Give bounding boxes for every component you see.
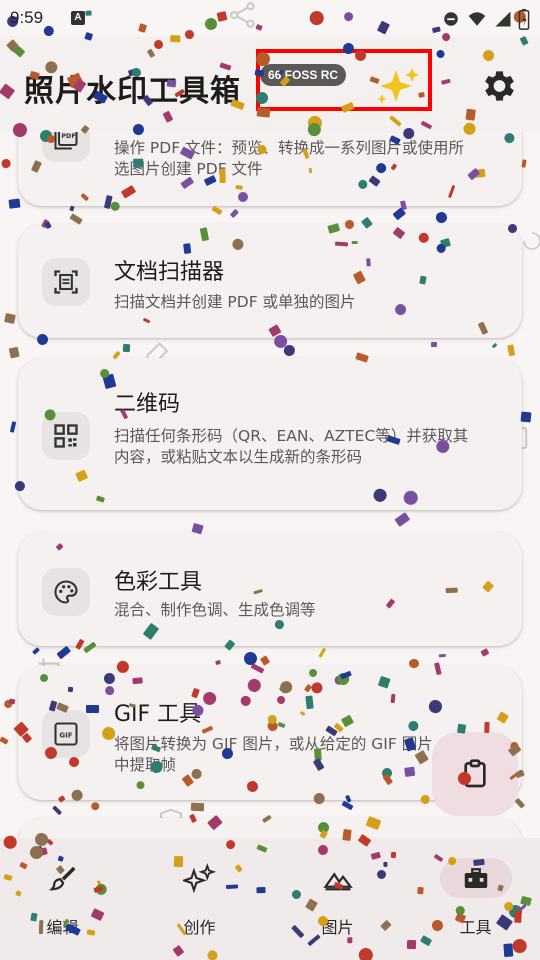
confetti-piece xyxy=(191,802,205,812)
confetti-piece xyxy=(32,647,41,655)
nav-label: 创作 xyxy=(183,918,216,937)
confetti-piece xyxy=(438,654,446,658)
status-time: 9:59 xyxy=(10,8,44,27)
status-bar: 9:59 A xyxy=(0,0,540,36)
confetti-piece xyxy=(8,198,21,209)
card-title: 二维码 xyxy=(114,392,181,417)
confetti-piece xyxy=(51,804,63,815)
confetti-piece xyxy=(318,647,327,658)
paste-fab[interactable] xyxy=(432,732,518,816)
confetti-piece xyxy=(0,736,9,745)
confetti-piece xyxy=(507,344,516,356)
rotate-icon xyxy=(523,232,540,250)
confetti-piece xyxy=(3,699,13,709)
screen: jxl GIF 9:59 A 照片水印工具箱 66 FOSS RC P xyxy=(0,0,540,960)
card-title: 文档扫描器 xyxy=(114,260,225,285)
tool-card-qr-code[interactable]: 二维码 扫描任何条形码（QR、EAN、AZTEC等）并获取其内容，或粘贴文本以生… xyxy=(18,358,522,510)
confetti-piece xyxy=(394,511,411,527)
nav-pill xyxy=(302,858,374,898)
confetti-piece xyxy=(4,313,16,324)
tool-card-document-scanner[interactable]: 文档扫描器 扫描文档并创建 PDF 或单独的图片 xyxy=(18,224,522,338)
tool-card-color-tools[interactable]: 色彩工具 混合、制作色调、生成色调等 xyxy=(18,532,522,646)
nav-pill xyxy=(27,858,99,898)
wifi-icon xyxy=(468,12,486,26)
brush-icon xyxy=(49,866,76,891)
card-icon-tile xyxy=(42,412,90,460)
nav-item-edit[interactable]: 编辑 xyxy=(0,838,130,960)
card-description: 将图片转换为 GIF 图片，或从给定的 GIF 图片中提取帧 xyxy=(114,735,433,774)
sparkles-outline-icon xyxy=(183,863,217,893)
card-icon-tile xyxy=(42,568,90,616)
gif-icon: GIF xyxy=(54,722,78,746)
confetti-piece xyxy=(259,655,270,666)
nav-item-tools[interactable]: 工具 xyxy=(408,838,540,960)
sparkles-icon[interactable] xyxy=(374,66,420,108)
confetti-piece xyxy=(229,208,240,219)
battery-icon xyxy=(518,8,530,30)
clipboard-icon xyxy=(464,759,486,788)
bottom-navigation: 编辑 创作 图片 工具 xyxy=(0,838,540,960)
card-description: 扫描文档并创建 PDF 或单独的图片 xyxy=(114,293,356,311)
confetti-piece xyxy=(284,344,296,357)
confetti-piece xyxy=(341,801,354,811)
notification-app-icon: A xyxy=(71,11,85,25)
card-description: 混合、制作色调、生成色调等 xyxy=(114,601,316,619)
landscape-icon xyxy=(323,872,353,891)
confetti-piece xyxy=(215,660,222,666)
confetti-piece xyxy=(392,207,406,221)
confetti-piece xyxy=(69,212,83,225)
page-title: 照片水印工具箱 xyxy=(24,74,241,109)
card-description: 操作 PDF 文件：预览、转换成一系列图片或使用所选图片创建 PDF 文件 xyxy=(114,139,465,178)
palette-icon xyxy=(54,580,78,604)
signal-icon xyxy=(495,11,511,27)
card-description: 扫描任何条形码（QR、EAN、AZTEC等）并获取其内容，或粘贴文本以生成新的条… xyxy=(114,427,469,466)
dnd-icon xyxy=(444,12,458,26)
confetti-piece xyxy=(521,159,527,169)
confetti-piece xyxy=(1,157,12,169)
nav-pill xyxy=(164,858,236,898)
document-scanner-icon xyxy=(54,270,78,294)
qr-code-icon xyxy=(54,424,78,448)
toolbox-icon xyxy=(464,868,488,888)
status-icons xyxy=(442,8,530,30)
confetti-piece xyxy=(122,343,130,352)
nav-item-images[interactable]: 图片 xyxy=(270,838,405,960)
confetti-piece xyxy=(10,420,17,433)
gear-icon[interactable] xyxy=(478,66,518,106)
confetti-piece xyxy=(8,698,17,705)
confetti-piece xyxy=(69,205,75,212)
card-icon-tile: GIF xyxy=(42,710,90,758)
svg-text:GIF: GIF xyxy=(59,732,72,740)
confetti-piece xyxy=(90,801,99,811)
card-title: GIF 工具 xyxy=(114,702,202,727)
nav-label: 图片 xyxy=(321,918,354,937)
card-title: 色彩工具 xyxy=(114,570,203,595)
nav-pill-active xyxy=(440,858,512,898)
top-app-bar: 照片水印工具箱 66 FOSS RC xyxy=(0,36,540,132)
nav-label: 工具 xyxy=(459,918,492,937)
confetti-piece xyxy=(430,342,437,348)
svg-text:PDF: PDF xyxy=(61,132,75,140)
confetti-piece xyxy=(211,205,223,215)
card-icon-tile xyxy=(42,258,90,306)
nav-item-create[interactable]: 创作 xyxy=(132,838,267,960)
confetti-piece xyxy=(241,649,260,668)
confetti-piece xyxy=(491,342,498,349)
nav-label: 编辑 xyxy=(46,918,79,937)
confetti-piece xyxy=(8,347,20,359)
confetti-piece xyxy=(480,648,490,657)
